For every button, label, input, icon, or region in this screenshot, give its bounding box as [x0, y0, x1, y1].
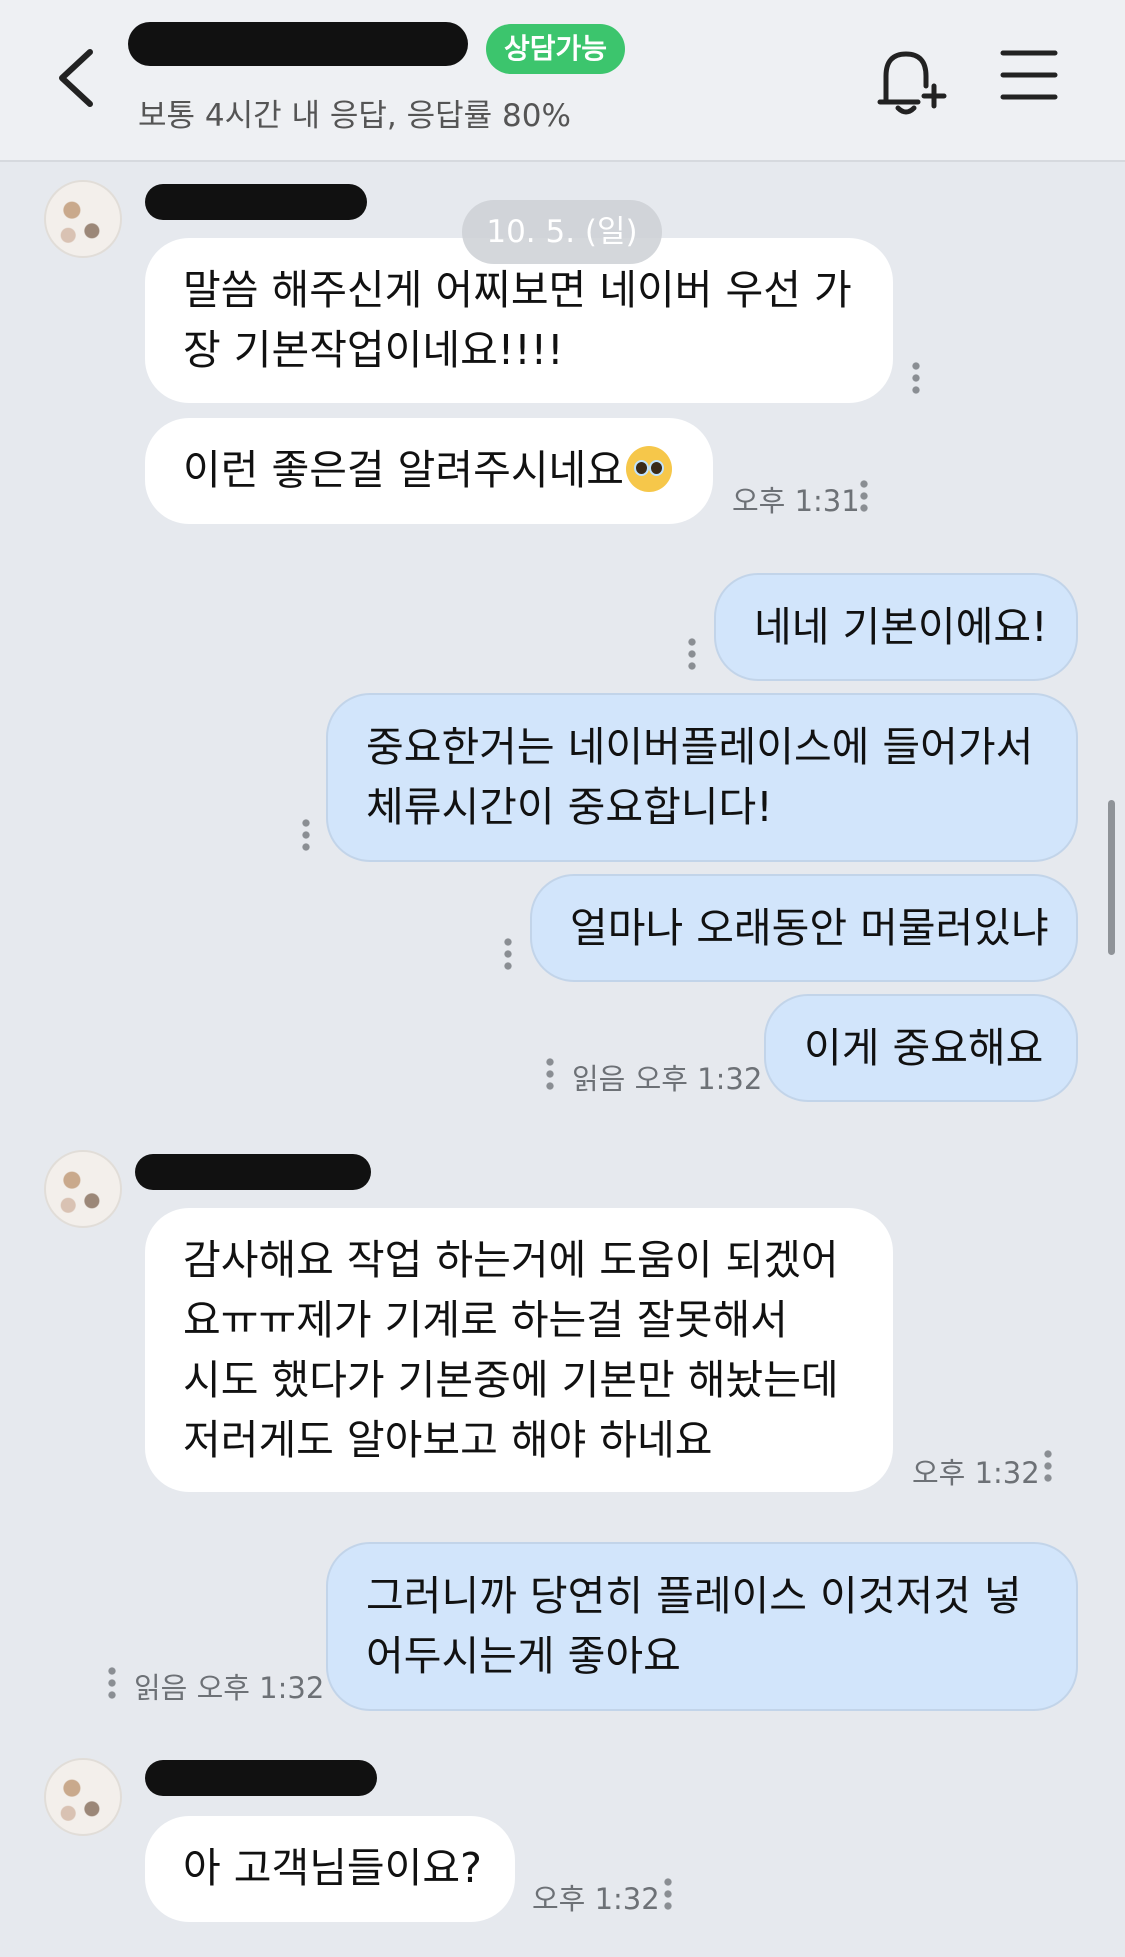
response-info: 보통 4시간 내 응답, 응답률 80%	[138, 98, 571, 134]
message-time: 오후 1:32	[912, 1456, 1040, 1490]
back-button[interactable]	[50, 42, 110, 114]
message-bubble-incoming[interactable]: 이런 좋은걸 알려주시네요	[145, 418, 713, 524]
message-text: 이런 좋은걸 알려주시네요	[183, 446, 624, 494]
message-more-icon[interactable]	[860, 478, 868, 514]
message-text: 얼마나 오래동안 머물러있냐	[570, 904, 1049, 952]
message-bubble-outgoing[interactable]: 중요한거는 네이버플레이스에 들어가서 체류시간이 중요합니다!	[326, 693, 1078, 862]
sender-avatar[interactable]	[44, 1758, 122, 1836]
message-text: 요ㅠㅠ제가 기계로 하는걸 잘못해서	[183, 1296, 788, 1344]
message-more-icon[interactable]	[912, 360, 920, 396]
message-text: 그러니까 당연히 플레이스 이것저것 넣	[366, 1572, 1022, 1620]
message-time: 오후 1:31	[732, 484, 860, 518]
menu-button[interactable]	[1000, 48, 1058, 102]
message-more-icon[interactable]	[546, 1056, 554, 1092]
message-text: 네네 기본이에요!	[754, 603, 1048, 651]
message-text: 중요한거는 네이버플레이스에 들어가서	[366, 723, 1034, 771]
message-text: 감사해요 작업 하는거에 도움이 되겠어	[183, 1236, 839, 1284]
message-more-icon[interactable]	[302, 817, 310, 853]
message-bubble-outgoing[interactable]: 얼마나 오래동안 머물러있냐	[530, 874, 1078, 982]
message-time: 오후 1:32	[532, 1882, 660, 1916]
message-text: 시도 했다가 기본중에 기본만 해놨는데	[183, 1356, 839, 1404]
chat-header: 상담가능 보통 4시간 내 응답, 응답률 80%	[0, 0, 1125, 162]
pleading-face-emoji-icon	[625, 446, 672, 492]
message-text: 장 기본작업이네요!!!!	[183, 326, 564, 374]
bell-plus-icon	[877, 51, 947, 115]
chevron-left-icon	[59, 49, 93, 107]
sender-avatar[interactable]	[44, 1150, 122, 1228]
date-divider: 10. 5. (일)	[462, 200, 662, 264]
message-text: 아 고객님들이요?	[183, 1844, 482, 1892]
message-bubble-outgoing[interactable]: 그러니까 당연히 플레이스 이것저것 넣 어두시는게 좋아요	[326, 1542, 1078, 1711]
message-more-icon[interactable]	[664, 1876, 672, 1912]
message-text: 체류시간이 중요합니다!	[366, 783, 773, 831]
status-badge: 상담가능	[486, 24, 626, 74]
notification-add-button[interactable]	[872, 44, 948, 120]
redacted-chat-title	[128, 22, 468, 66]
message-more-icon[interactable]	[108, 1665, 116, 1701]
message-bubble-incoming[interactable]: 아 고객님들이요?	[145, 1816, 515, 1922]
message-bubble-outgoing[interactable]: 이게 중요해요	[764, 994, 1078, 1102]
message-text: 이게 중요해요	[804, 1024, 1044, 1072]
message-text: 말씀 해주신게 어찌보면 네이버 우선 가	[183, 266, 852, 314]
message-bubble-outgoing[interactable]: 네네 기본이에요!	[714, 573, 1078, 681]
scrollbar[interactable]	[1108, 800, 1115, 955]
redacted-sender-name	[135, 1154, 371, 1190]
message-more-icon[interactable]	[688, 636, 696, 672]
redacted-sender-name	[145, 1760, 377, 1796]
message-bubble-incoming[interactable]: 감사해요 작업 하는거에 도움이 되겠어 요ㅠㅠ제가 기계로 하는걸 잘못해서 …	[145, 1208, 893, 1492]
read-status-time: 읽음 오후 1:32	[572, 1062, 763, 1096]
hamburger-menu-icon	[1000, 50, 1058, 100]
message-text: 저러게도 알아보고 해야 하네요	[183, 1416, 713, 1464]
message-more-icon[interactable]	[1044, 1448, 1052, 1484]
sender-avatar[interactable]	[44, 180, 122, 258]
redacted-sender-name	[145, 184, 367, 220]
message-text: 어두시는게 좋아요	[366, 1632, 681, 1680]
message-more-icon[interactable]	[504, 936, 512, 972]
read-status-time: 읽음 오후 1:32	[134, 1671, 325, 1705]
